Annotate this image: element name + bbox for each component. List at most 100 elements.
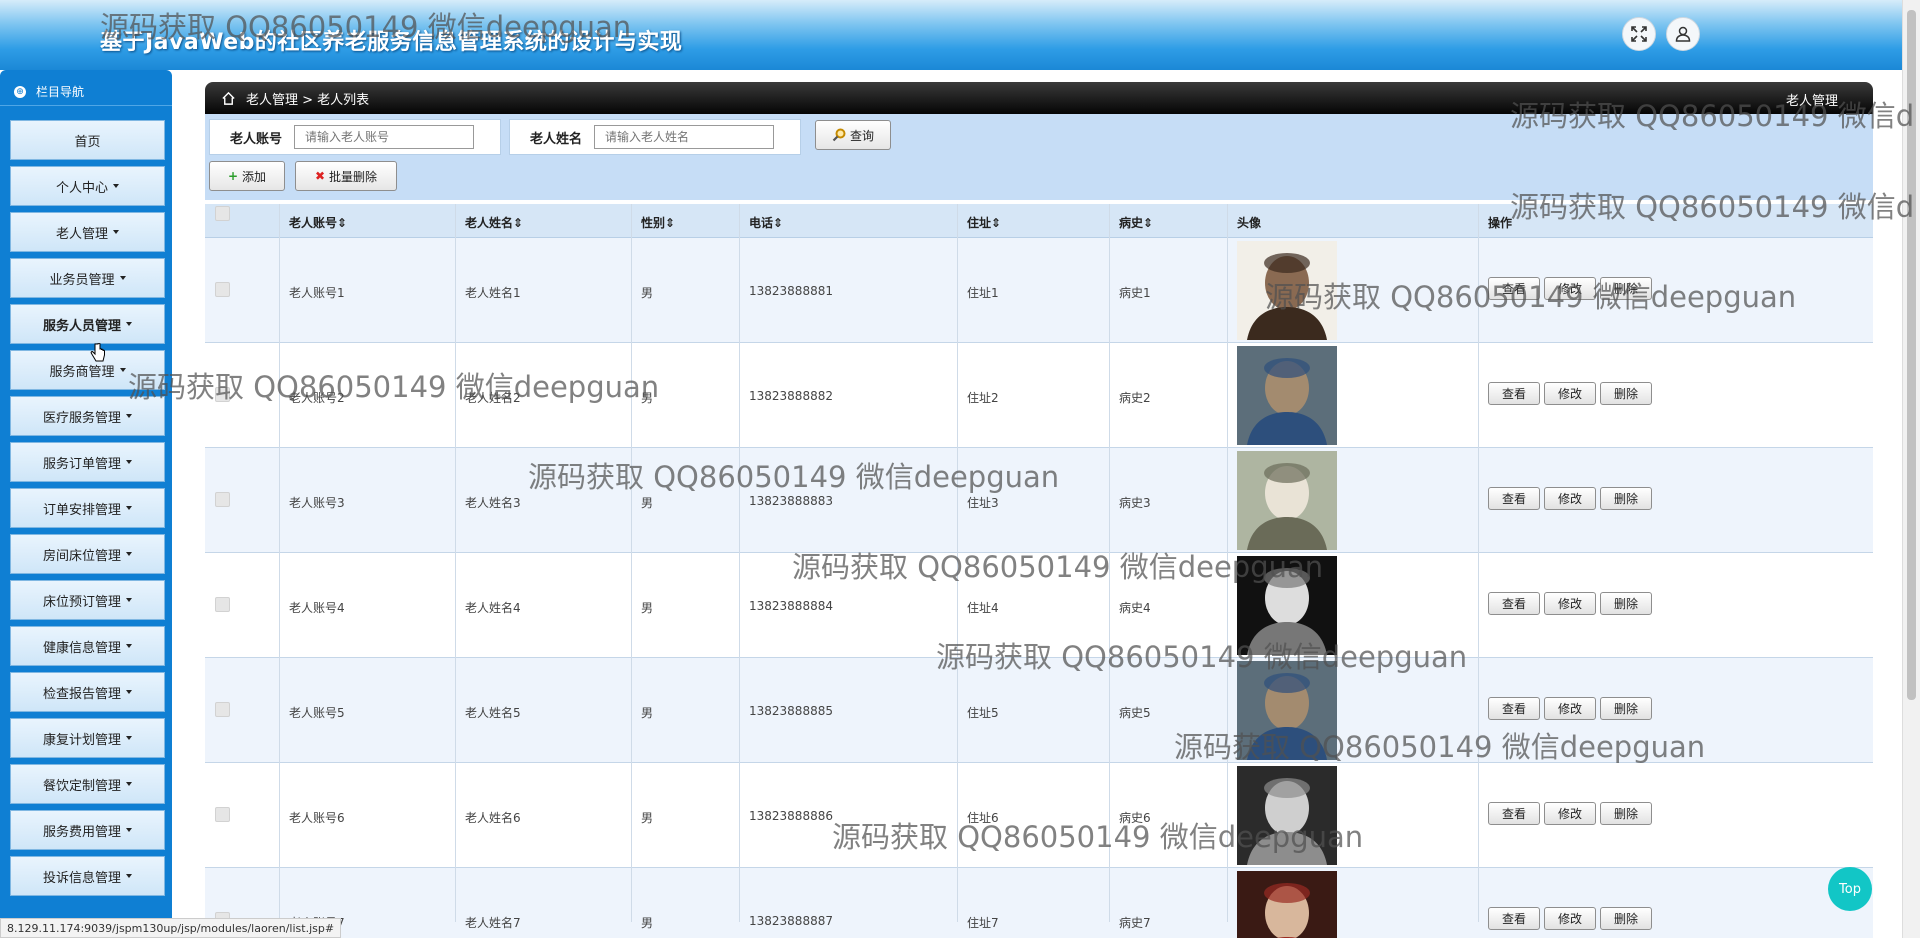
view-button[interactable]: 查看 xyxy=(1488,277,1540,300)
sidebar-item[interactable]: 房间床位管理 xyxy=(10,534,165,574)
sidebar-item[interactable]: 健康信息管理 xyxy=(10,626,165,666)
avatar xyxy=(1237,871,1337,938)
sidebar-item[interactable]: 服务商管理 xyxy=(10,350,165,390)
column-header[interactable]: 老人账号⇕ xyxy=(289,214,347,231)
edit-button[interactable]: 修改 xyxy=(1544,907,1596,930)
sidebar-item[interactable]: 投诉信息管理 xyxy=(10,856,165,896)
search-toolbar: 老人账号 老人姓名 查询 + 添加 ✖ 批量删除 xyxy=(205,114,1873,200)
sidebar-item-label: 首页 xyxy=(74,134,101,150)
view-button[interactable]: 查看 xyxy=(1488,907,1540,930)
name-search-input[interactable] xyxy=(594,125,775,149)
sidebar-item[interactable]: 床位预订管理 xyxy=(10,580,165,620)
cell-phone: 13823888886 xyxy=(749,809,833,823)
sidebar-item-label: 服务人员管理 xyxy=(42,318,121,334)
column-divider xyxy=(631,204,632,922)
column-header[interactable]: 电话⇕ xyxy=(749,214,783,231)
view-button[interactable]: 查看 xyxy=(1488,802,1540,825)
batch-delete-button[interactable]: ✖ 批量删除 xyxy=(295,161,397,191)
account-search-input[interactable] xyxy=(294,125,475,149)
column-divider xyxy=(957,204,958,922)
query-button[interactable]: 查询 xyxy=(815,120,891,150)
sidebar-item[interactable]: 康复计划管理 xyxy=(10,718,165,758)
delete-button[interactable]: 删除 xyxy=(1600,697,1652,720)
cell-history: 病史2 xyxy=(1119,391,1151,405)
add-button-label: 添加 xyxy=(242,169,267,184)
sidebar-item[interactable]: 业务员管理 xyxy=(10,258,165,298)
sidebar-item-label: 业务员管理 xyxy=(49,272,115,288)
column-header[interactable]: 住址⇕ xyxy=(967,214,1001,231)
caret-down-icon xyxy=(126,322,132,326)
sidebar-item[interactable]: 服务费用管理 xyxy=(10,810,165,850)
avatar xyxy=(1237,241,1337,340)
cell-gender: 男 xyxy=(641,601,654,615)
edit-button[interactable]: 修改 xyxy=(1544,697,1596,720)
row-checkbox[interactable] xyxy=(215,702,230,717)
column-header[interactable]: 老人姓名⇕ xyxy=(465,214,523,231)
column-header[interactable]: 病史⇕ xyxy=(1119,214,1153,231)
select-all-checkbox[interactable] xyxy=(215,206,230,221)
delete-button[interactable]: 删除 xyxy=(1600,382,1652,405)
fullscreen-button[interactable] xyxy=(1622,17,1656,51)
name-search-group: 老人姓名 xyxy=(509,119,801,155)
caret-down-icon xyxy=(126,874,132,878)
sidebar-item-label: 订单安排管理 xyxy=(42,502,121,518)
back-to-top-button[interactable]: Top xyxy=(1828,867,1872,911)
sidebar-item-label: 健康信息管理 xyxy=(42,640,121,656)
cell-gender: 男 xyxy=(641,286,654,300)
caret-down-icon xyxy=(126,828,132,832)
account-label: 老人账号 xyxy=(230,131,283,147)
sidebar-item[interactable]: 首页 xyxy=(10,120,165,160)
page-scrollbar[interactable] xyxy=(1902,0,1920,938)
caret-down-icon xyxy=(126,736,132,740)
caret-down-icon xyxy=(126,460,132,464)
caret-down-icon xyxy=(126,690,132,694)
sidebar-item[interactable]: 老人管理 xyxy=(10,212,165,252)
cell-phone: 13823888887 xyxy=(749,914,833,928)
edit-button[interactable]: 修改 xyxy=(1544,802,1596,825)
sidebar-item[interactable]: 服务订单管理 xyxy=(10,442,165,482)
view-button[interactable]: 查看 xyxy=(1488,697,1540,720)
avatar xyxy=(1237,451,1337,550)
column-divider xyxy=(455,204,456,922)
edit-button[interactable]: 修改 xyxy=(1544,382,1596,405)
cell-gender: 男 xyxy=(641,706,654,720)
sidebar-item[interactable]: 个人中心 xyxy=(10,166,165,206)
cell-phone: 13823888884 xyxy=(749,599,833,613)
column-header[interactable]: 性别⇕ xyxy=(641,214,675,231)
user-icon xyxy=(1675,26,1691,42)
cell-address: 住址5 xyxy=(967,706,999,720)
cell-address: 住址2 xyxy=(967,391,999,405)
edit-button[interactable]: 修改 xyxy=(1544,592,1596,615)
batch-delete-label: 批量删除 xyxy=(329,169,378,184)
view-button[interactable]: 查看 xyxy=(1488,487,1540,510)
row-checkbox[interactable] xyxy=(215,492,230,507)
delete-button[interactable]: 删除 xyxy=(1600,907,1652,930)
view-button[interactable]: 查看 xyxy=(1488,382,1540,405)
sidebar-item-label: 服务费用管理 xyxy=(42,824,121,840)
edit-button[interactable]: 修改 xyxy=(1544,277,1596,300)
edit-button[interactable]: 修改 xyxy=(1544,487,1596,510)
avatar xyxy=(1237,766,1337,865)
row-checkbox[interactable] xyxy=(215,387,230,402)
view-button[interactable]: 查看 xyxy=(1488,592,1540,615)
user-button[interactable] xyxy=(1666,17,1700,51)
row-checkbox[interactable] xyxy=(215,282,230,297)
add-button[interactable]: + 添加 xyxy=(209,161,285,191)
sidebar-title: 栏目导航 xyxy=(36,85,85,99)
breadcrumb-path: 老人管理 > 老人列表 xyxy=(246,92,370,108)
sidebar-item[interactable]: 检查报告管理 xyxy=(10,672,165,712)
delete-button[interactable]: 删除 xyxy=(1600,592,1652,615)
cell-name: 老人姓名6 xyxy=(465,811,521,825)
row-checkbox[interactable] xyxy=(215,597,230,612)
sidebar-item[interactable]: 医疗服务管理 xyxy=(10,396,165,436)
cell-address: 住址6 xyxy=(967,811,999,825)
delete-button[interactable]: 删除 xyxy=(1600,277,1652,300)
cell-phone: 13823888881 xyxy=(749,284,833,298)
row-checkbox[interactable] xyxy=(215,807,230,822)
delete-button[interactable]: 删除 xyxy=(1600,802,1652,825)
delete-button[interactable]: 删除 xyxy=(1600,487,1652,510)
sidebar-item[interactable]: 订单安排管理 xyxy=(10,488,165,528)
sidebar-item[interactable]: 餐饮定制管理 xyxy=(10,764,165,804)
sidebar-item[interactable]: 服务人员管理 xyxy=(10,304,165,344)
scroll-thumb[interactable] xyxy=(1907,10,1916,700)
